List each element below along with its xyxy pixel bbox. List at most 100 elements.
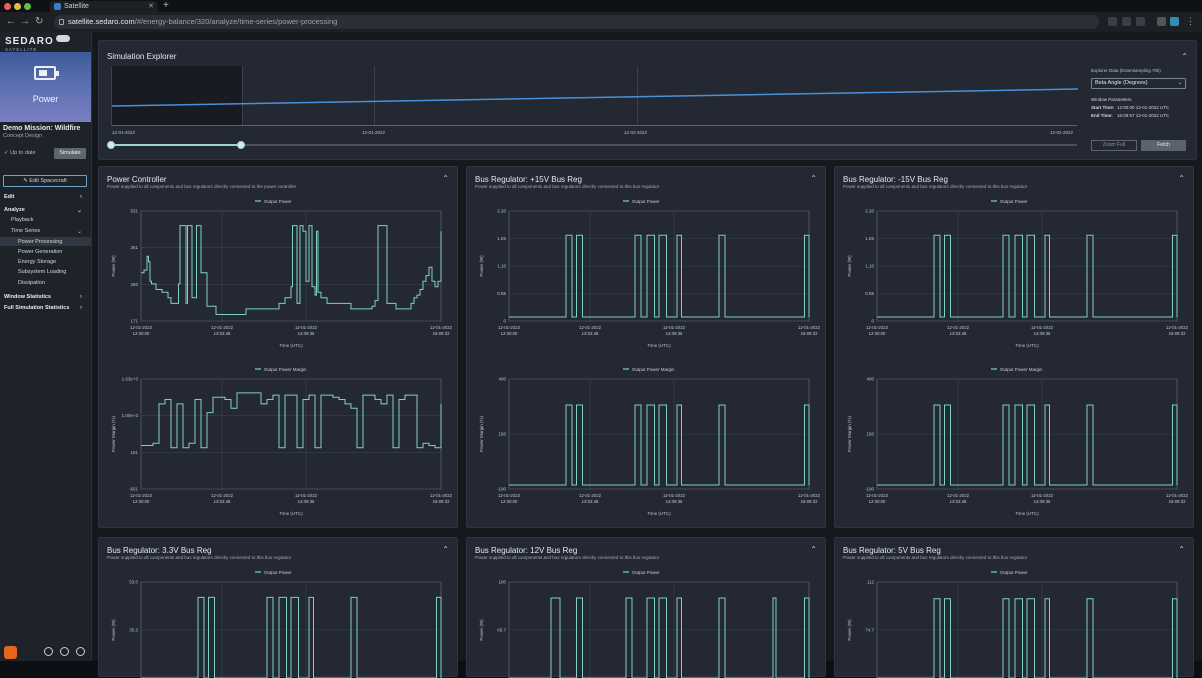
- mail-icon[interactable]: [60, 647, 69, 656]
- collapse-icon[interactable]: ⌃: [1178, 174, 1185, 183]
- y-tick-label: 260: [130, 282, 138, 287]
- slider-end-handle[interactable]: [237, 141, 245, 149]
- maximize-window-icon[interactable]: [24, 3, 31, 10]
- collapse-icon[interactable]: ⌃: [442, 174, 449, 183]
- end-time-row: End Time: 16:09:57 12-01-2022 UTC: [1091, 113, 1169, 118]
- home-icon[interactable]: [44, 647, 53, 656]
- x-tick-label: 12:00:00: [133, 499, 150, 504]
- slider-start-handle[interactable]: [107, 141, 115, 149]
- line-chart[interactable]: Output Power 100 66.7 Power (W): [471, 566, 823, 678]
- profile-icon[interactable]: [1170, 17, 1179, 26]
- series-line: [877, 404, 1178, 486]
- x-tick-label: 13:04:48: [214, 499, 231, 504]
- x-tick-label: 12-01-2022: [866, 325, 889, 330]
- start-time-value: 12:00:00 12-01-2022 UTC: [1117, 105, 1170, 110]
- back-icon[interactable]: ←: [6, 16, 16, 28]
- reload-icon[interactable]: ↻: [35, 16, 43, 28]
- extension-icon[interactable]: [1157, 17, 1166, 26]
- explorer-tick: 12-01-2022: [112, 130, 136, 135]
- x-tick-label: 12-01-2022: [663, 325, 686, 330]
- forward-icon[interactable]: →: [20, 16, 30, 28]
- close-tab-icon[interactable]: ✕: [148, 1, 154, 12]
- zoom-icon[interactable]: [1108, 17, 1117, 26]
- help-icon[interactable]: [76, 647, 85, 656]
- x-tick-label: 16:09:33: [1169, 499, 1186, 504]
- mission-name: Demo Mission: Wildfire: [3, 125, 81, 132]
- line-chart[interactable]: Output Power Margin 400 150 -100 Power Margi…: [471, 363, 823, 528]
- sidebar-item-window-statistics[interactable]: Window Statistics ›: [4, 294, 90, 300]
- explorer-data-value: Beta Angle (Degrees): [1095, 80, 1148, 86]
- line-chart[interactable]: Output Power 531 361 260 171 Power (W) 12-01-2…: [103, 195, 455, 360]
- sidebar-item-power-processing[interactable]: Power Processing: [18, 239, 90, 245]
- sidebar-item-analyze[interactable]: Analyze ⌄: [4, 207, 90, 214]
- tab-title: Satellite: [64, 3, 89, 10]
- close-window-icon[interactable]: [4, 3, 11, 10]
- y-tick-label: 66.7: [497, 628, 506, 633]
- x-tick-label: 12-01-2022: [947, 493, 970, 498]
- sidebar-item-power-generation[interactable]: Power Generation: [18, 249, 90, 255]
- x-tick-label: 12-01-2022: [211, 325, 234, 330]
- share-icon[interactable]: [1122, 17, 1131, 26]
- browser-tab[interactable]: Satellite ✕: [50, 1, 158, 12]
- explorer-data-select[interactable]: Beta Angle (Degrees) ⌄: [1091, 78, 1186, 89]
- x-tick-label: 12-01-2022: [295, 325, 318, 330]
- y-tick-label: 171: [130, 319, 138, 324]
- x-tick-label: 14:09:36: [1034, 331, 1051, 336]
- sidebar-item-dissipation[interactable]: Dissipation: [18, 280, 90, 286]
- window-slider[interactable]: [107, 141, 1077, 149]
- collapse-icon[interactable]: ⌃: [810, 545, 817, 554]
- edit-spacecraft-button[interactable]: ✎ Edit Spacecraft: [3, 175, 87, 187]
- series-line: [141, 596, 442, 678]
- chevron-down-icon: ⌄: [76, 208, 82, 214]
- collapse-icon[interactable]: ⌃: [1178, 545, 1185, 554]
- x-axis-label: Time (UTC): [1015, 343, 1039, 348]
- address-bar[interactable]: satellite.sedaro.com/#/energy-balance/32…: [54, 15, 1099, 29]
- sidebar-item-time-series[interactable]: Time Series ⌄: [11, 228, 90, 235]
- design-name: Concept Design: [3, 133, 43, 139]
- x-tick-label: 13:04:48: [582, 499, 599, 504]
- menu-icon[interactable]: ⋮: [1186, 17, 1195, 26]
- legend-label: Output Power Margin: [264, 367, 307, 372]
- x-tick-label: 12-01-2022: [130, 325, 153, 330]
- explorer-tick: 12-01-2022: [362, 130, 386, 135]
- sidebar-item-energy-storage[interactable]: Energy Storage: [18, 259, 90, 265]
- sidebar-item-playback[interactable]: Playback: [11, 217, 90, 223]
- line-chart[interactable]: Output Power Margin 400 150 -100 Power Margi…: [839, 363, 1191, 528]
- chevron-down-icon: ⌄: [76, 229, 82, 235]
- simulate-button[interactable]: Simulate: [54, 148, 86, 159]
- bookmark-icon[interactable]: [1136, 17, 1145, 26]
- line-chart[interactable]: Output Power 112 74.7 Power (W): [839, 566, 1191, 678]
- x-tick-label: 12-01-2022: [430, 493, 453, 498]
- collapse-icon[interactable]: ⌃: [1181, 52, 1188, 61]
- legend-label: Output Power Margin: [632, 367, 675, 372]
- chevron-down-icon: ⌄: [1177, 80, 1182, 86]
- explorer-tick: 12-02-2022: [624, 130, 648, 135]
- y-axis-label: Power (W): [111, 255, 116, 277]
- logo-text: SEDARO: [5, 36, 54, 47]
- collapse-icon[interactable]: ⌃: [442, 545, 449, 554]
- y-tick-label: 2.20: [497, 209, 506, 214]
- panel-subtitle: Power supplied to all components and bus…: [843, 184, 1028, 189]
- line-chart[interactable]: Output Power 2.20 1.65 1.10 0.55 0 Power (W) 12…: [471, 195, 823, 360]
- theme-toggle[interactable]: [56, 35, 70, 42]
- line-chart[interactable]: Output Power Margin 1.63e+3 1.00e+3 161 -651…: [103, 363, 455, 528]
- sidebar-item-edit[interactable]: Edit ›: [4, 194, 90, 200]
- sidebar-item-subsystem-loading[interactable]: Subsystem Loading: [18, 269, 90, 275]
- new-tab-icon[interactable]: +: [163, 0, 169, 12]
- url-host: satellite.sedaro.com: [68, 17, 135, 26]
- fetch-button[interactable]: Fetch: [1141, 140, 1186, 151]
- sidebar-item-label: Time Series: [11, 228, 41, 234]
- sidebar-item-full-simulation-statistics[interactable]: Full Simulation Statistics ›: [4, 305, 90, 311]
- y-tick-label: 74.7: [865, 628, 874, 633]
- sidebar-item-label: Full Simulation Statistics: [4, 305, 70, 311]
- collapse-icon[interactable]: ⌃: [810, 174, 817, 183]
- logo[interactable]: SEDARO SATELLITE: [5, 36, 54, 52]
- zoom-full-button[interactable]: Zoom Full: [1091, 140, 1137, 151]
- minimize-window-icon[interactable]: [14, 3, 21, 10]
- line-chart[interactable]: Output Power 2.20 1.65 1.10 0.55 0 Power (W) 12…: [839, 195, 1191, 360]
- explorer-chart[interactable]: 12-01-2022 12-01-2022 12-02-2022 12-02-2…: [111, 66, 1078, 135]
- y-tick-label: 0: [871, 319, 874, 324]
- y-axis-label: Power (W): [479, 255, 484, 277]
- line-chart[interactable]: Output Power 53.0 35.3 Power (W): [103, 566, 455, 678]
- chat-icon[interactable]: [4, 646, 17, 659]
